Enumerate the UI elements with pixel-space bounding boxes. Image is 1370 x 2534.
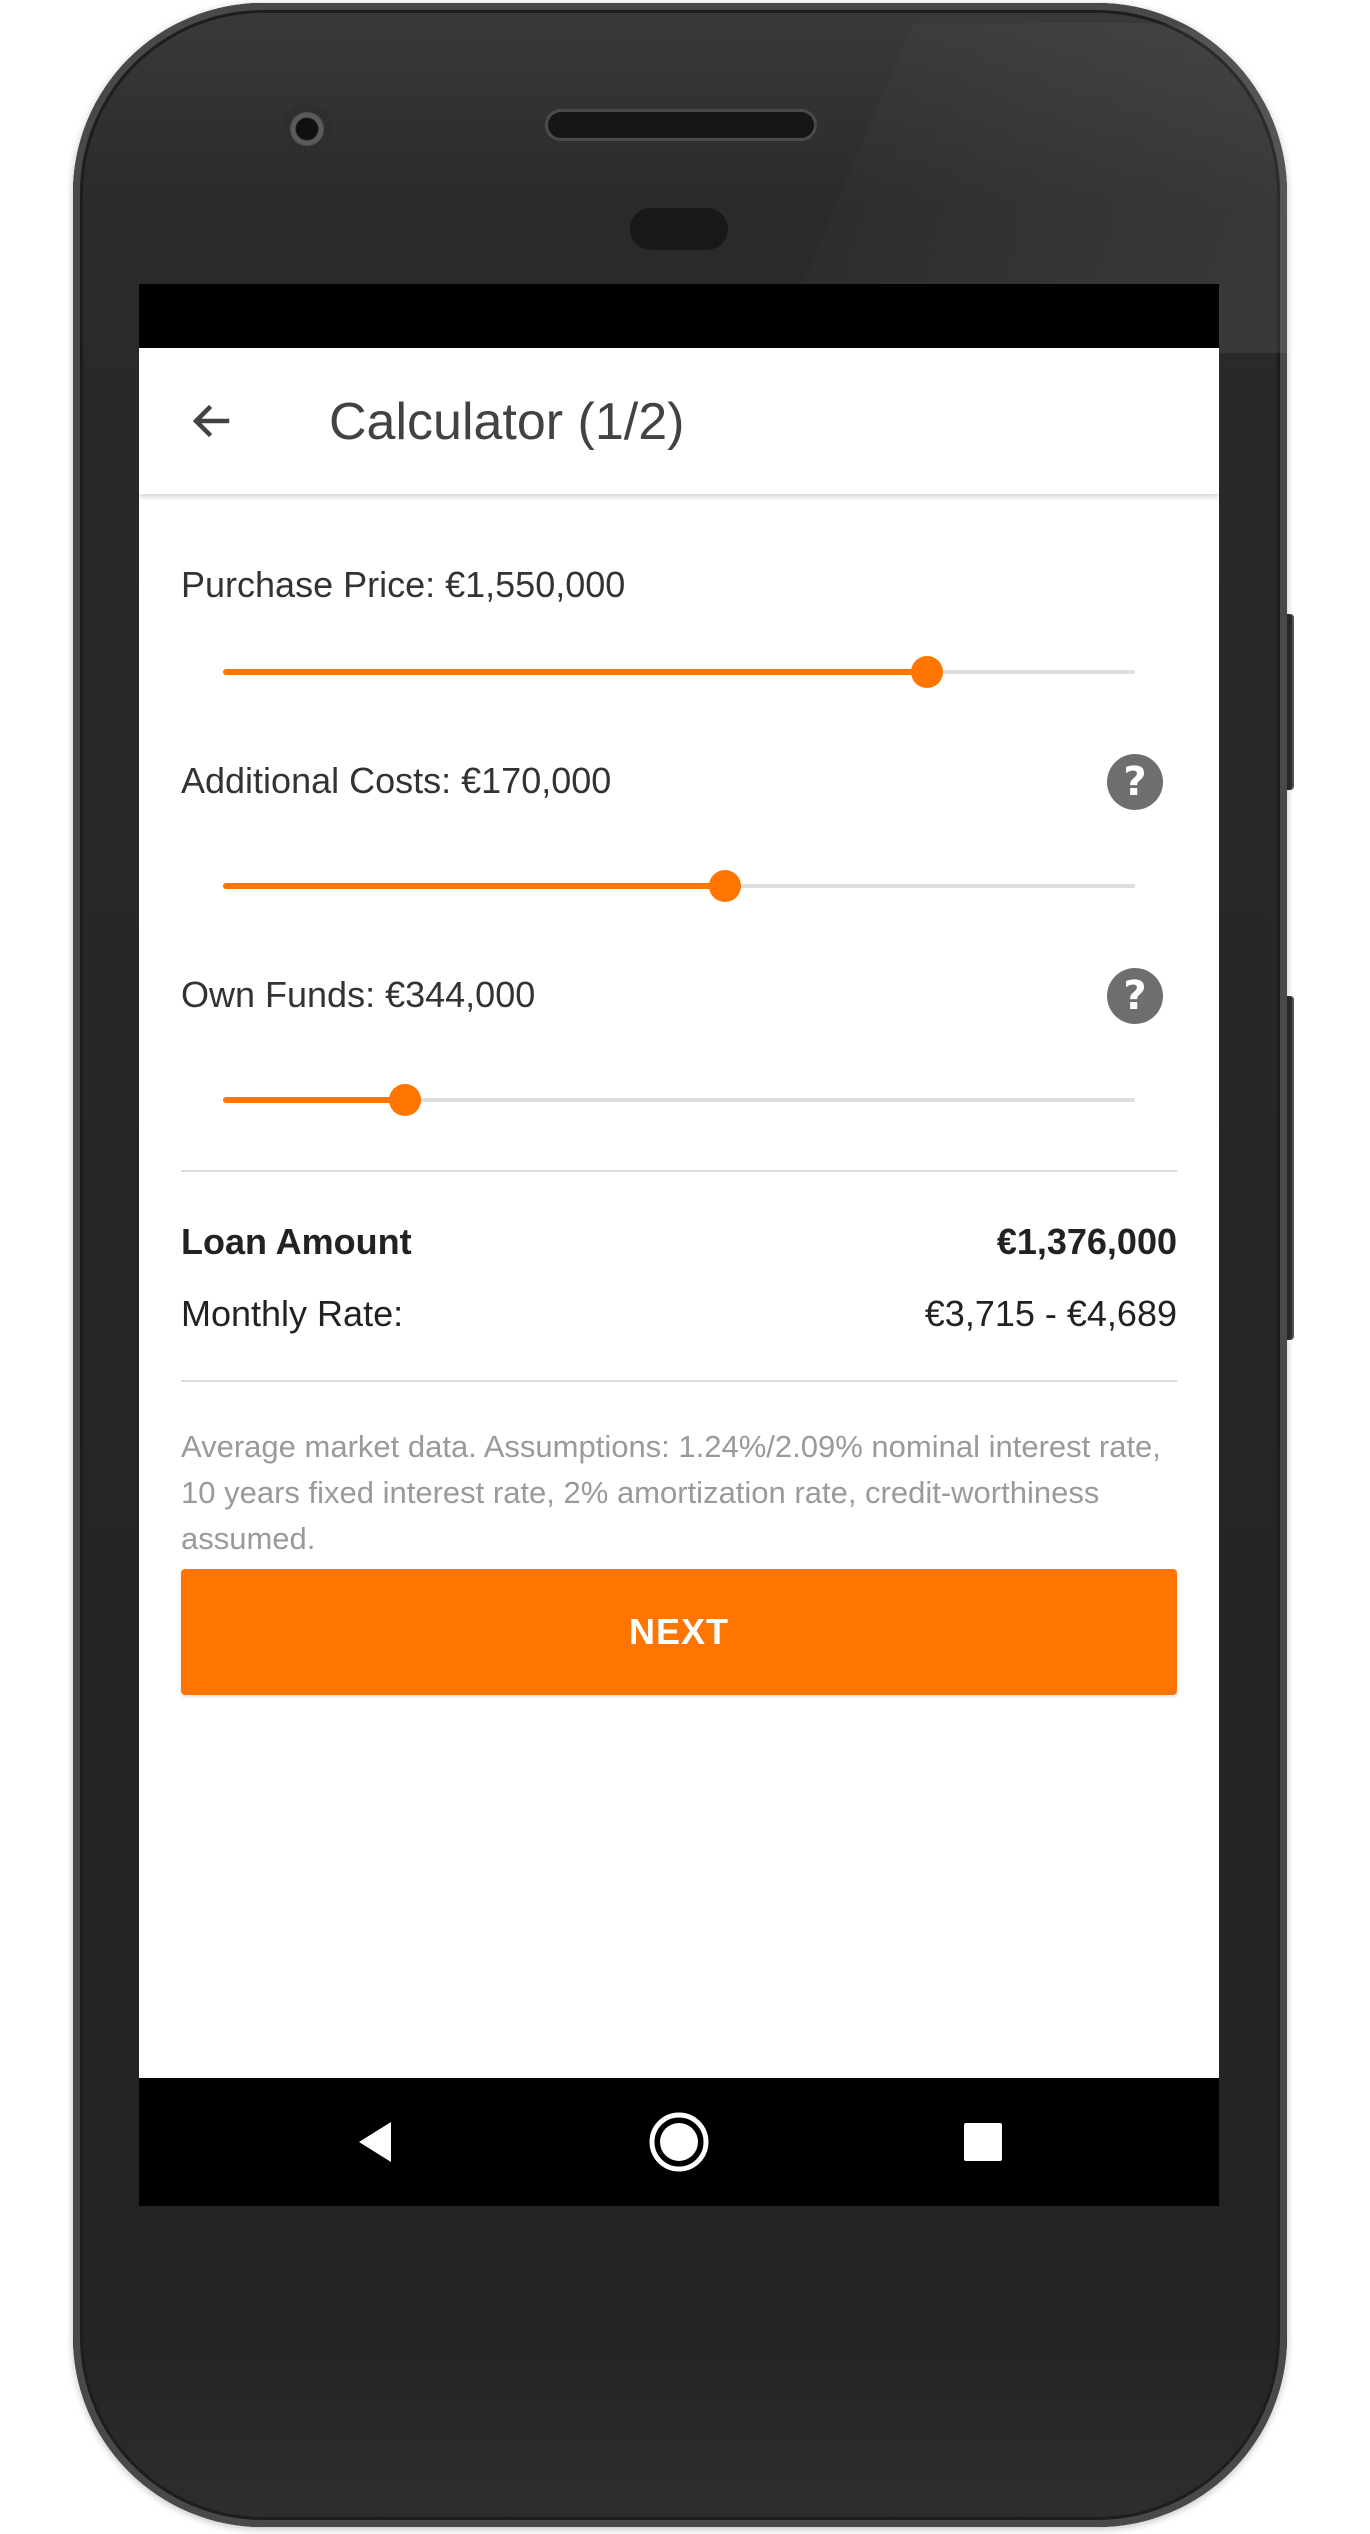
arrow-left-icon (192, 404, 230, 438)
page-title: Calculator (1/2) (329, 393, 685, 451)
slider-fill (223, 1097, 406, 1103)
square-recents-icon (964, 2123, 1002, 2161)
loan-amount-value: €1,376,000 (996, 1221, 1177, 1262)
assumptions-disclaimer: Average market data. Assumptions: 1.24%/… (181, 1429, 1161, 1556)
circle-home-icon (649, 2112, 709, 2172)
device-mockup: Calculator (1/2) Purchase Price: €1,550,… (0, 0, 1370, 2534)
nav-back-button[interactable] (335, 2102, 415, 2182)
slider-thumb[interactable] (911, 656, 944, 688)
monthly-rate-label: Monthly Rate: (181, 1293, 404, 1334)
question-mark-circle-icon[interactable]: ? (1107, 968, 1163, 1024)
slider-thumb[interactable] (389, 1084, 422, 1116)
additional-costs-label: Additional Costs: €170,000 (181, 760, 612, 801)
divider (181, 1380, 1177, 1382)
front-camera (282, 104, 332, 154)
next-button[interactable]: NEXT (181, 1569, 1177, 1695)
nav-recents-button[interactable] (943, 2102, 1023, 2182)
slider-fill (223, 669, 928, 675)
purchase-price-label: Purchase Price: €1,550,000 (181, 564, 626, 605)
question-mark-circle-icon[interactable]: ? (1107, 754, 1163, 810)
purchase-price-slider[interactable] (223, 652, 1135, 692)
triangle-back-icon (359, 2122, 391, 2162)
back-button[interactable] (175, 385, 247, 457)
app-bar: Calculator (1/2) (139, 348, 1219, 494)
system-nav-bar (139, 2078, 1219, 2206)
own-funds-slider[interactable] (223, 1080, 1135, 1120)
divider (181, 1170, 1177, 1172)
proximity-sensor (630, 208, 728, 250)
monthly-rate-value: €3,715 - €4,689 (924, 1293, 1177, 1334)
slider-thumb[interactable] (708, 870, 741, 902)
additional-costs-slider[interactable] (223, 866, 1135, 906)
nav-home-button[interactable] (639, 2102, 719, 2182)
earpiece-speaker (548, 112, 814, 138)
phone-screen: Calculator (1/2) Purchase Price: €1,550,… (139, 284, 1219, 2206)
status-bar (139, 284, 1219, 348)
slider-fill (223, 883, 725, 889)
loan-amount-label: Loan Amount (181, 1221, 412, 1262)
own-funds-label: Own Funds: €344,000 (181, 974, 536, 1015)
